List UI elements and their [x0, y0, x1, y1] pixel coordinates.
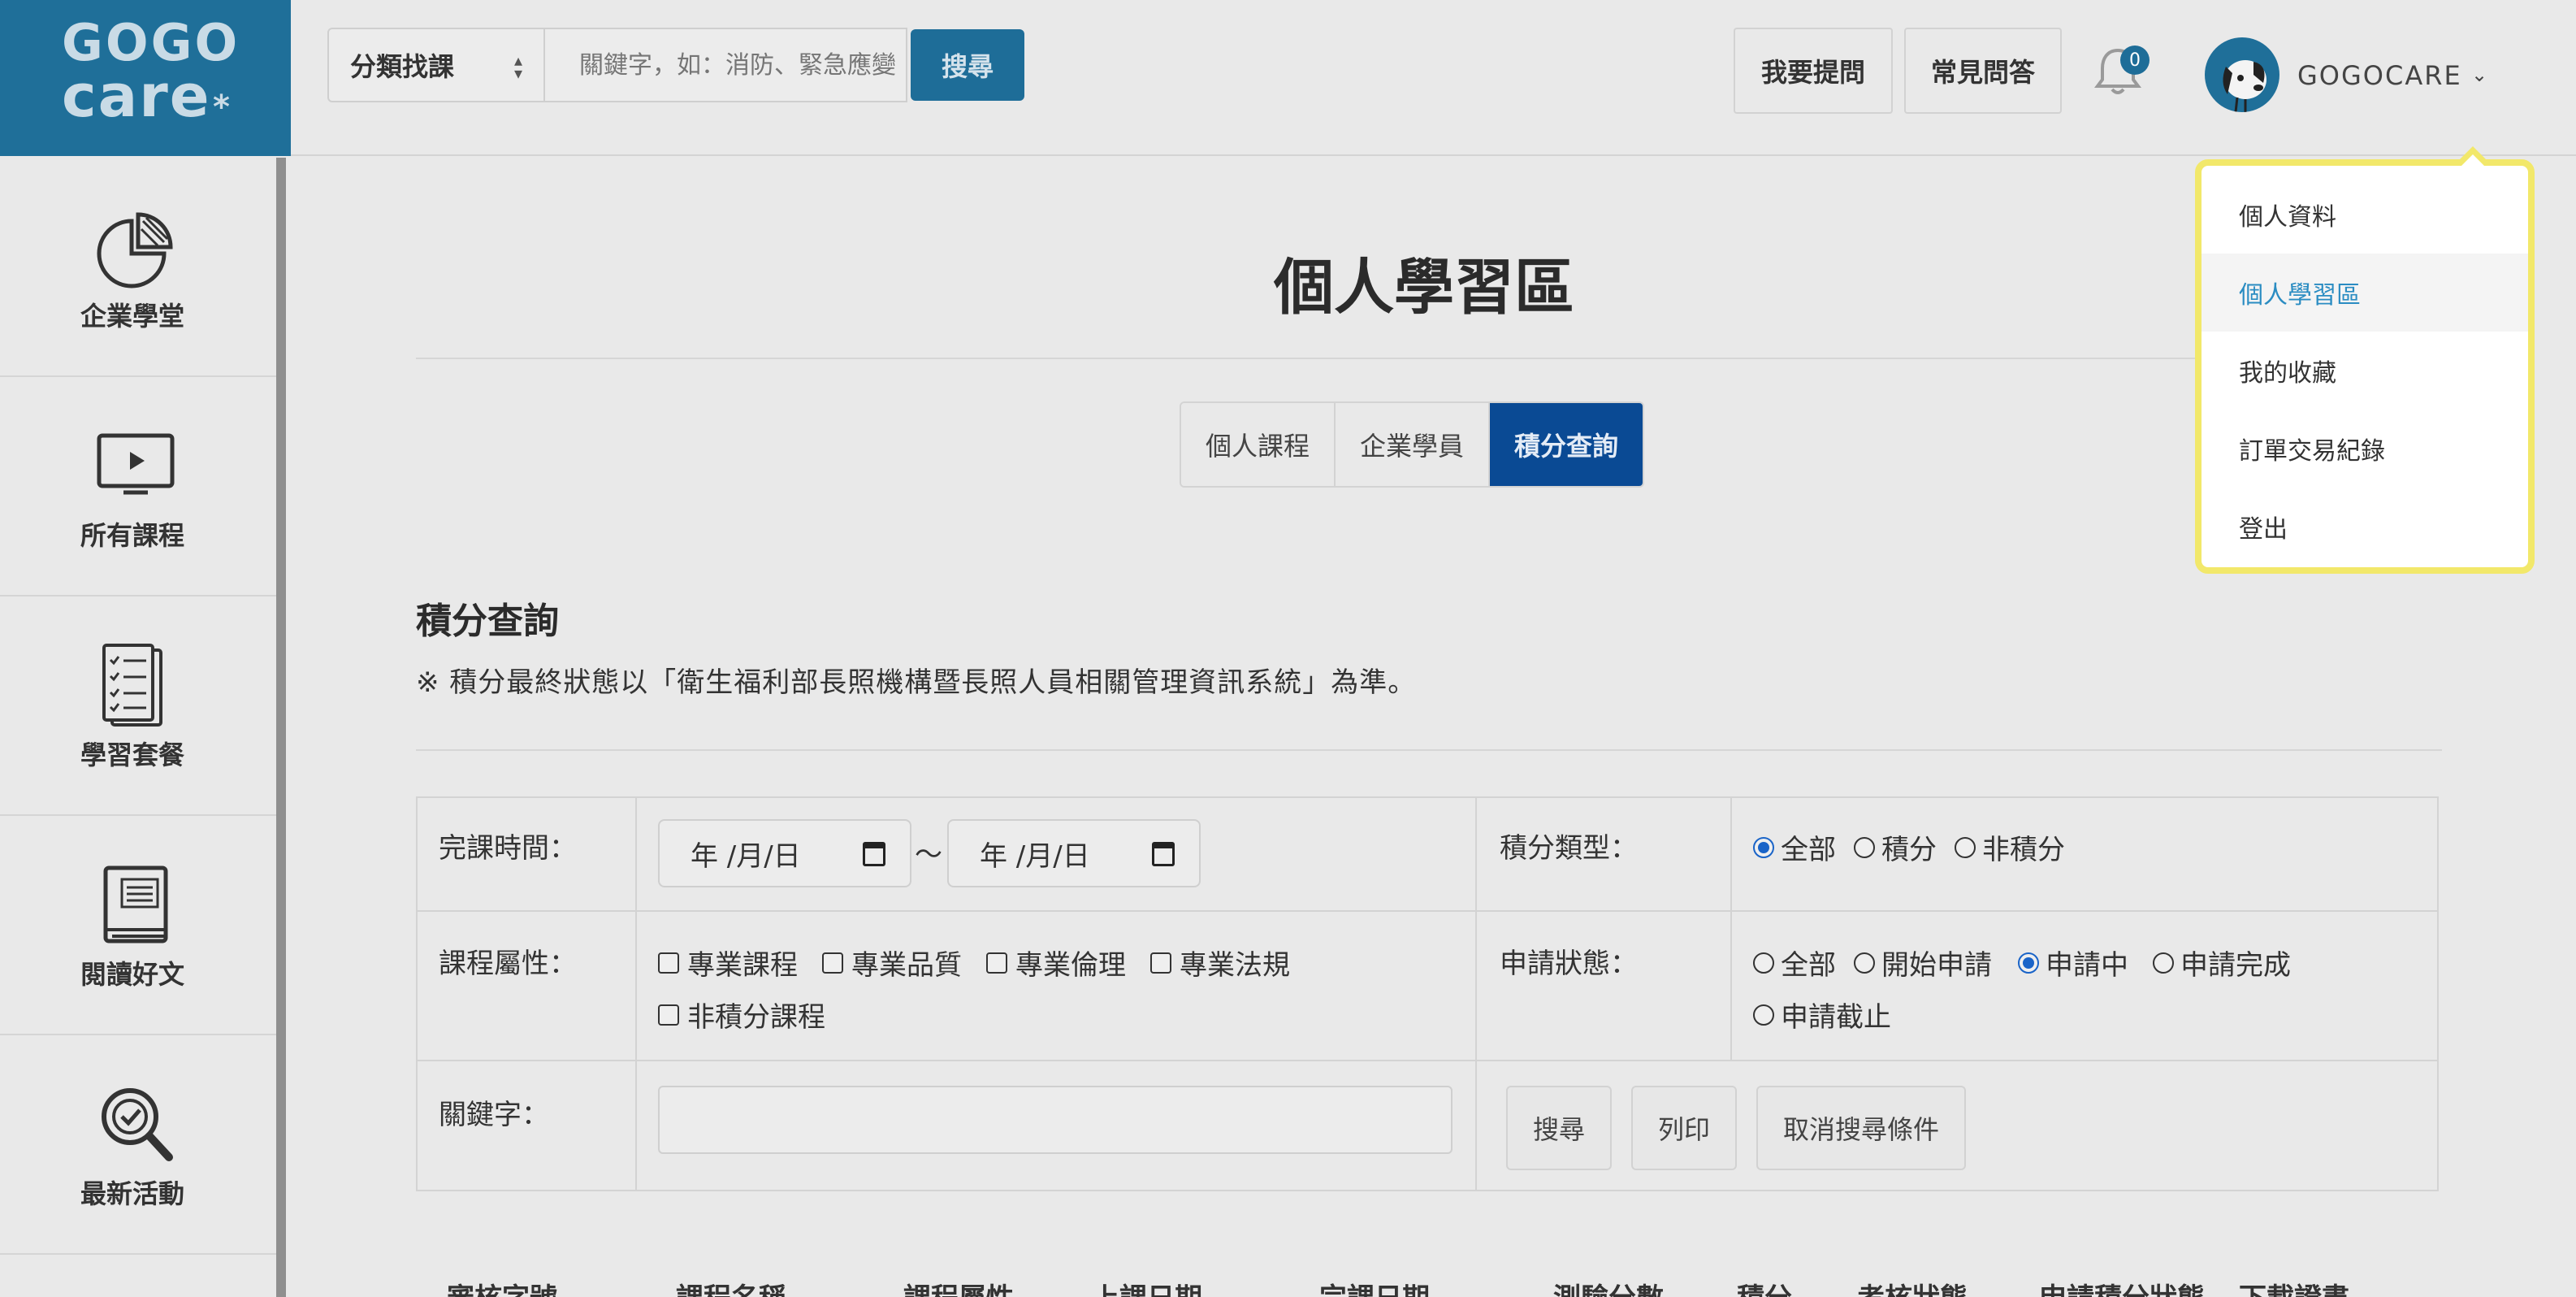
menu-item-learning-area[interactable]: 個人學習區: [2202, 254, 2528, 332]
sidebar: 企業學堂 所有課程 學習套餐 閱讀好文 最新活動: [0, 158, 286, 1297]
sidebar-item-enterprise[interactable]: 企業學堂: [0, 158, 276, 377]
th-credits: 積分: [1737, 1276, 1792, 1297]
filter-label-cell: 積分類型：: [1477, 798, 1732, 912]
top-header: GOGO care * 分類找課 ▴▾ 搜尋 我要提問 常見問答 0 GOGOC…: [0, 0, 2576, 156]
course-attr-cell: 專業課程 專業品質 專業倫理 專業法規 非積分課程: [637, 912, 1477, 1061]
th-review-no: 審核字號: [447, 1276, 557, 1297]
sidebar-item-packages[interactable]: 學習套餐: [0, 596, 276, 816]
radio-status-pending[interactable]: 申請中: [2018, 943, 2128, 983]
filter-label-cell: 課程屬性：: [418, 912, 637, 1061]
tab-bar: 個人課程 企業學員 積分查詢: [1180, 401, 1645, 488]
filter-label-cell: 關鍵字：: [418, 1061, 637, 1190]
search-input[interactable]: [545, 28, 907, 102]
menu-item-profile[interactable]: 個人資料: [2202, 176, 2528, 254]
notification-badge: 0: [2120, 46, 2150, 75]
filter-label-cell: 完課時間：: [418, 798, 637, 912]
radio-credit-yes[interactable]: 積分: [1854, 827, 1937, 867]
print-button[interactable]: 列印: [1631, 1086, 1737, 1170]
pie-chart-icon: [97, 212, 173, 288]
filter-label-cell: 申請狀態：: [1477, 912, 1732, 1061]
th-course-name: 課程名稱: [676, 1276, 786, 1297]
th-assess-status: 考核狀態: [1857, 1276, 1968, 1297]
book-icon: [103, 865, 168, 943]
radio-status-closed[interactable]: 申請截止: [1753, 995, 1891, 1035]
th-class-date: 上課日期: [1092, 1276, 1202, 1297]
th-complete-date: 完課日期: [1319, 1276, 1430, 1297]
avatar[interactable]: [2205, 37, 2279, 112]
radio-credit-no[interactable]: 非積分: [1955, 827, 2065, 867]
magnifier-check-icon: [102, 1088, 173, 1161]
apply-status-cell: 全部 開始申請 申請中 申請完成 申請截止: [1732, 912, 2437, 1061]
radio-status-start[interactable]: 開始申請: [1854, 943, 1992, 983]
date-to-input[interactable]: 年 /月/日: [947, 819, 1201, 887]
menu-item-logout[interactable]: 登出: [2202, 488, 2528, 566]
radio-status-done[interactable]: 申請完成: [2153, 943, 2291, 983]
sidebar-item-events[interactable]: 最新活動: [0, 1035, 276, 1255]
tab-enterprise-members[interactable]: 企業學員: [1336, 403, 1491, 486]
calendar-icon[interactable]: [863, 842, 885, 866]
th-course-attr: 課程屬性: [903, 1276, 1014, 1297]
checklist-icon: [102, 644, 162, 727]
search-bar: 分類找課 ▴▾ 搜尋: [327, 28, 1024, 102]
gogocare-logo[interactable]: GOGO care *: [0, 0, 291, 156]
select-arrows-icon: ▴ ▾: [513, 50, 522, 83]
checkbox-professional-quality[interactable]: 專業品質: [822, 943, 962, 983]
dropdown-caret-inner: [2461, 154, 2484, 166]
checkbox-professional-ethics[interactable]: 專業倫理: [986, 943, 1126, 983]
checkbox-professional-course[interactable]: 專業課程: [658, 943, 798, 983]
sidebar-item-reading[interactable]: 閱讀好文: [0, 816, 276, 1035]
checkbox-professional-law[interactable]: 專業法規: [1150, 943, 1290, 983]
filter-table: 完課時間： 年 /月/日 〜 年 /月/日 積分類型： 全部 積分 非積分 課程…: [416, 796, 2439, 1191]
sidebar-item-all-courses[interactable]: 所有課程: [0, 377, 276, 596]
divider: [416, 749, 2442, 751]
monitor-play-icon: [97, 433, 175, 495]
credit-type-cell: 全部 積分 非積分: [1732, 798, 2437, 912]
section-note: ※ 積分最終狀態以「衛生福利部長照機構暨長照人員相關管理資訊系統」為準。: [416, 666, 1417, 699]
calendar-icon[interactable]: [1152, 842, 1175, 866]
ask-question-button[interactable]: 我要提問: [1734, 28, 1893, 114]
clear-filters-button[interactable]: 取消搜尋條件: [1756, 1086, 1966, 1170]
tab-credit-query[interactable]: 積分查詢: [1490, 403, 1643, 486]
search-button[interactable]: 搜尋: [911, 29, 1024, 101]
dog-avatar-icon: [2223, 60, 2266, 112]
date-range-cell: 年 /月/日 〜 年 /月/日: [637, 798, 1477, 912]
menu-item-favorites[interactable]: 我的收藏: [2202, 332, 2528, 410]
radio-status-all[interactable]: 全部: [1753, 943, 1836, 983]
filter-search-button[interactable]: 搜尋: [1506, 1086, 1612, 1170]
th-download-cert: 下載證書: [2239, 1276, 2349, 1297]
keyword-input[interactable]: [658, 1086, 1453, 1154]
th-apply-status: 申請積分狀態: [2039, 1276, 2205, 1297]
user-dropdown-menu: 個人資料 個人學習區 我的收藏 訂單交易紀錄 登出: [2195, 159, 2535, 574]
tab-personal-courses[interactable]: 個人課程: [1181, 403, 1336, 486]
chevron-down-icon[interactable]: ⌄: [2471, 63, 2487, 86]
divider: [416, 358, 2442, 359]
username[interactable]: GOGOCARE: [2297, 60, 2462, 91]
date-from-input[interactable]: 年 /月/日: [658, 819, 911, 887]
radio-credit-all[interactable]: 全部: [1753, 827, 1836, 867]
checkbox-non-credit[interactable]: 非積分課程: [658, 995, 825, 1035]
section-title: 積分查詢: [416, 601, 559, 642]
menu-item-orders[interactable]: 訂單交易紀錄: [2202, 410, 2528, 488]
faq-button[interactable]: 常見問答: [1904, 28, 2062, 114]
category-select[interactable]: 分類找課 ▴ ▾: [327, 28, 545, 102]
th-test-score: 測驗分數: [1553, 1276, 1664, 1297]
